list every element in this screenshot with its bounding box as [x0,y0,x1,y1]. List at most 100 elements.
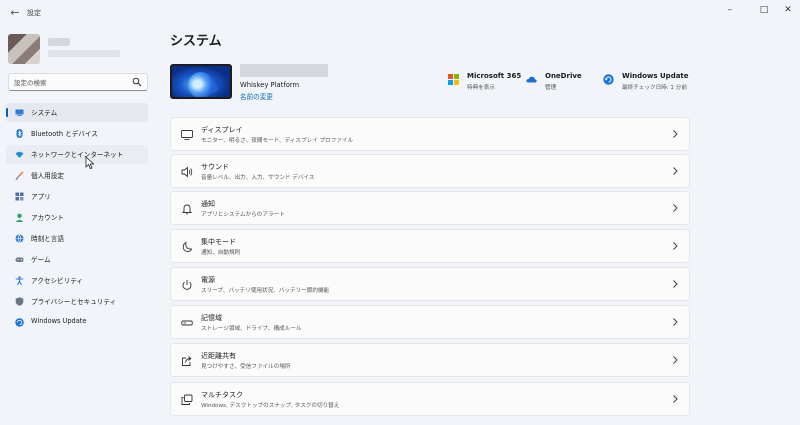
sidebar-item-apps[interactable]: アプリ [6,187,148,206]
card-description: 音量レベル、出力、入力、サウンド デバイス [201,175,315,181]
back-arrow-icon[interactable]: ← [8,6,22,20]
windows-update-icon [603,74,614,85]
wallpaper-preview [172,66,230,97]
quick-link-subtitle: 特典を表示 [467,85,495,91]
chevron-right-icon [673,280,678,288]
settings-card-multitasking[interactable]: マルチタスク Windows, デスクトップのスナップ, タスクの切り替え [170,382,690,416]
close-icon[interactable]: ✕ [780,3,796,17]
sidebar-item-label: Windows Update [31,317,87,325]
quick-link-subtitle: 最終チェック日時: 1 分前 [622,85,687,91]
device-thumbnail [170,64,232,99]
apps-icon [15,192,24,201]
settings-card-notifications[interactable]: 通知 アプリとシステムからのアラート [170,191,690,225]
settings-card-display[interactable]: ディスプレイ モニター、明るさ、夜間モード、ディスプレイ プロファイル [170,117,690,151]
sidebar-item-label: 個人用設定 [31,172,64,180]
sidebar-item-label: ゲーム [31,256,51,264]
update-icon [15,318,24,327]
rename-link[interactable]: 名前の変更 [240,91,273,101]
title-bar: ← 設定 – □ ✕ [0,0,800,26]
storage-icon [181,320,193,326]
sidebar-item-label: Bluetooth とデバイス [31,130,98,138]
sidebar-item-label: システム [31,109,58,117]
maximize-icon[interactable]: □ [756,3,772,17]
chevron-right-icon [673,395,678,403]
card-title: 記憶域 [201,314,222,322]
chevron-right-icon [673,356,678,364]
page-title: システム [170,34,222,49]
sidebar-item-system[interactable]: システム [6,103,148,122]
search-box[interactable] [8,73,148,91]
search-input[interactable] [14,76,132,89]
power-icon [182,280,192,290]
card-title: 電源 [201,276,215,284]
chevron-right-icon [673,318,678,326]
card-description: ストレージ領域、ドライブ、構成ルール [201,326,302,332]
sidebar-item-accessibility[interactable]: アクセシビリティ [6,271,148,290]
quick-link-onedrive[interactable]: OneDrive 管理 [526,72,596,94]
minimize-icon[interactable]: – [722,3,738,17]
chevron-right-icon [673,204,678,212]
wifi-icon [15,151,24,158]
quick-link-subtitle: 管理 [545,85,557,91]
card-title: 集中モード [201,238,236,246]
sidebar-item-label: 時刻と言語 [31,235,64,243]
search-icon[interactable] [132,77,142,87]
globe-icon [15,234,24,243]
main-content: システム Whiskey Platform 名前の変更 Microsoft 36… [168,26,800,425]
sidebar-item-bluetooth[interactable]: Bluetooth とデバイス [6,124,148,143]
multitask-icon [181,394,193,405]
settings-card-nearby-sharing[interactable]: 近距離共有 見つけやすさ、受信ファイルの場所 [170,343,690,377]
card-description: スリープ、バッテリ使用状況、バッテリー節約機能 [201,288,330,294]
card-title: 通知 [201,200,215,208]
card-description: アプリとシステムからのアラート [201,212,285,218]
mouse-cursor-icon [85,156,95,170]
account-email-redacted [48,50,120,57]
sidebar-item-windows-update[interactable]: Windows Update [6,313,148,332]
account-name-redacted [48,38,70,46]
onedrive-icon [526,76,537,83]
settings-card-focus[interactable]: 集中モード 通知、自動規則 [170,229,690,263]
card-title: サウンド [201,163,229,171]
quick-link-title: Windows Update [622,72,689,80]
system-icon [15,109,24,116]
sidebar-item-label: プライバシーとセキュリティ [31,298,117,306]
brush-icon [15,171,24,180]
chevron-right-icon [673,130,678,138]
accessibility-icon [15,276,24,285]
sidebar-item-personalization[interactable]: 個人用設定 [6,166,148,185]
sidebar-item-accounts[interactable]: アカウント [6,208,148,227]
sidebar-item-time-language[interactable]: 時刻と言語 [6,229,148,248]
sidebar-item-gaming[interactable]: ゲーム [6,250,148,269]
app-title: 設定 [27,9,41,17]
settings-card-sound[interactable]: サウンド 音量レベル、出力、入力、サウンド デバイス [170,154,690,188]
moon-icon [182,241,193,252]
sidebar-item-network[interactable]: ネットワークとインターネット [6,145,148,164]
sidebar-item-label: アプリ [31,193,51,201]
avatar[interactable] [8,34,40,64]
sidebar-item-label: ネットワークとインターネット [31,151,124,159]
card-title: マルチタスク [201,391,243,399]
card-description: 見つけやすさ、受信ファイルの場所 [201,364,291,370]
account-icon [15,213,24,222]
chevron-right-icon [673,242,678,250]
sidebar: システム Bluetooth とデバイス ネットワークとインターネット 個人用設… [0,26,160,425]
settings-card-storage[interactable]: 記憶域 ストレージ領域、ドライブ、構成ルール [170,305,690,339]
chevron-right-icon [673,167,678,175]
bloom-graphic [183,67,219,97]
bell-icon [181,204,193,215]
card-description: モニター、明るさ、夜間モード、ディスプレイ プロファイル [201,138,354,144]
quick-link-microsoft-365[interactable]: Microsoft 365 特典を表示 [448,72,528,94]
gamepad-icon [15,257,24,262]
device-model: Whiskey Platform [240,81,300,89]
microsoft-logo-icon [448,74,459,85]
card-title: ディスプレイ [201,126,243,134]
active-indicator [6,108,8,117]
sidebar-item-privacy[interactable]: プライバシーとセキュリティ [6,292,148,311]
quick-link-windows-update[interactable]: Windows Update 最終チェック日時: 1 分前 [603,72,693,94]
sidebar-item-label: アカウント [31,214,64,222]
display-icon [181,130,193,140]
quick-link-title: Microsoft 365 [467,72,522,80]
card-description: Windows, デスクトップのスナップ, タスクの切り替え [201,403,340,409]
settings-card-power[interactable]: 電源 スリープ、バッテリ使用状況、バッテリー節約機能 [170,267,690,301]
speaker-icon [181,166,193,178]
